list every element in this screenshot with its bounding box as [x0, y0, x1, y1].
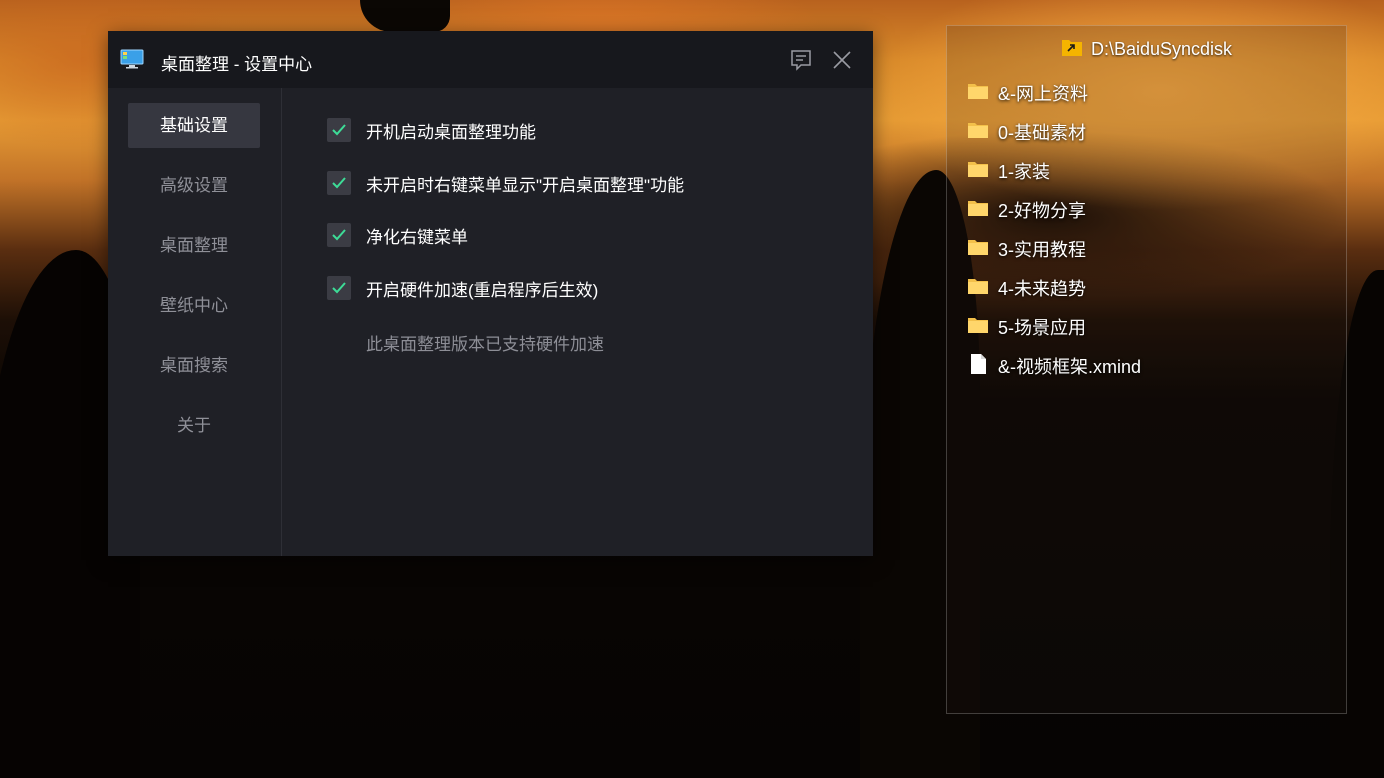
option-clean-context-menu[interactable]: 净化右键菜单 — [327, 222, 468, 248]
check-icon — [332, 177, 346, 189]
fence-item-folder[interactable]: 4-未来趋势 — [967, 275, 1086, 301]
feedback-icon[interactable] — [789, 48, 813, 72]
folder-icon — [967, 316, 989, 339]
check-icon — [332, 282, 346, 294]
fence-title: D:\BaiduSyncdisk — [1090, 38, 1233, 59]
option-label: 开启硬件加速(重启程序后生效) — [366, 280, 599, 300]
option-autostart[interactable]: 开机启动桌面整理功能 — [327, 117, 536, 143]
fence-item-label: 1-家装 — [998, 162, 1051, 182]
fence-item-label: 4-未来趋势 — [998, 279, 1087, 299]
title-bar[interactable]: 桌面整理 - 设置中心 — [108, 31, 873, 88]
check-icon — [332, 124, 346, 136]
fence-item-label: 3-实用教程 — [998, 240, 1087, 260]
nav-about[interactable]: 关于 — [128, 403, 260, 448]
desktop-fence: D:\BaiduSyncdisk &-网上资料 0-基础素材 1-家装 2-好物… — [946, 25, 1347, 714]
fence-item-label: 2-好物分享 — [998, 201, 1087, 221]
checkbox-checked[interactable] — [327, 171, 351, 195]
check-icon — [332, 229, 346, 241]
option-label: 净化右键菜单 — [366, 227, 468, 247]
nav-wallpaper-center[interactable]: 壁纸中心 — [128, 283, 260, 328]
fence-item-label: 0-基础素材 — [998, 123, 1087, 143]
desktop-wallpaper: 桌面整理 - 设置中心 基础设置 高级设置 桌面整理 壁纸中心 桌面搜索 关于 … — [0, 0, 1384, 778]
folder-icon — [967, 82, 989, 105]
monitor-icon — [120, 49, 144, 69]
close-icon[interactable] — [830, 48, 854, 72]
nav-desktop-search[interactable]: 桌面搜索 — [128, 343, 260, 388]
fence-item-folder[interactable]: 5-场景应用 — [967, 314, 1086, 340]
nav-advanced-settings[interactable]: 高级设置 — [128, 163, 260, 208]
nav-basic-settings[interactable]: 基础设置 — [128, 103, 260, 148]
folder-icon — [967, 277, 989, 300]
folder-link-icon — [1061, 37, 1083, 62]
checkbox-checked[interactable] — [327, 276, 351, 300]
option-hardware-acceleration[interactable]: 开启硬件加速(重启程序后生效) — [327, 275, 598, 301]
folder-icon — [967, 160, 989, 183]
nav-desktop-organize[interactable]: 桌面整理 — [128, 223, 260, 268]
folder-icon — [967, 199, 989, 222]
hardware-acceleration-note: 此桌面整理版本已支持硬件加速 — [366, 335, 604, 354]
fence-item-label: &-视频框架.xmind — [998, 357, 1142, 377]
option-context-menu-entry[interactable]: 未开启时右键菜单显示"开启桌面整理"功能 — [327, 170, 684, 196]
fence-item-folder[interactable]: 1-家装 — [967, 158, 1050, 184]
settings-content: 开机启动桌面整理功能 未开启时右键菜单显示"开启桌面整理"功能 净化右键菜单 开… — [282, 88, 873, 556]
checkbox-checked[interactable] — [327, 223, 351, 247]
settings-window: 桌面整理 - 设置中心 基础设置 高级设置 桌面整理 壁纸中心 桌面搜索 关于 … — [108, 31, 873, 556]
fence-item-folder[interactable]: 3-实用教程 — [967, 236, 1086, 262]
option-label: 未开启时右键菜单显示"开启桌面整理"功能 — [366, 175, 685, 195]
fence-item-label: 5-场景应用 — [998, 318, 1087, 338]
settings-sidebar: 基础设置 高级设置 桌面整理 壁纸中心 桌面搜索 关于 — [108, 88, 282, 556]
fence-item-folder[interactable]: 0-基础素材 — [967, 119, 1086, 145]
folder-icon — [967, 121, 989, 144]
fence-header[interactable]: D:\BaiduSyncdisk — [947, 36, 1346, 62]
checkbox-checked[interactable] — [327, 118, 351, 142]
fence-item-folder[interactable]: &-网上资料 — [967, 80, 1088, 106]
file-icon — [967, 353, 989, 380]
option-label: 开机启动桌面整理功能 — [366, 122, 536, 142]
fence-item-label: &-网上资料 — [998, 84, 1088, 104]
window-title: 桌面整理 - 设置中心 — [161, 55, 313, 74]
fence-item-file[interactable]: &-视频框架.xmind — [967, 353, 1141, 379]
fence-item-folder[interactable]: 2-好物分享 — [967, 197, 1086, 223]
folder-icon — [967, 238, 989, 261]
